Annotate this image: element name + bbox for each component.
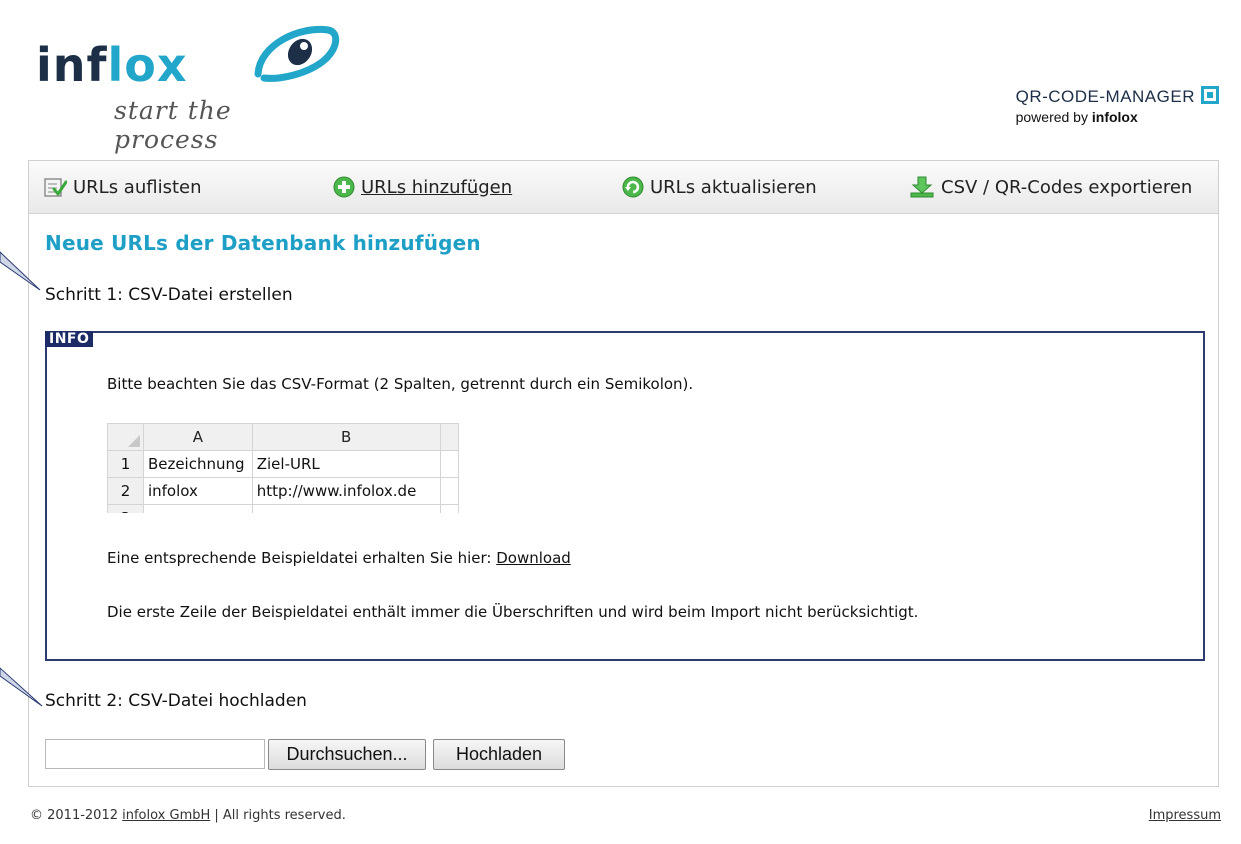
product-title: QR-CODE-MANAGER: [1015, 87, 1195, 106]
footer-copyright: © 2011-2012 infolox GmbH | All rights re…: [30, 808, 346, 823]
step1-heading: Schritt 1: CSV-Datei erstellen: [45, 285, 293, 305]
sheet-col-header: B: [251, 423, 441, 451]
logo-eye-icon: [254, 25, 340, 82]
qr-square-icon: [1201, 86, 1219, 104]
sheet-cell: [142, 504, 253, 513]
sheet-cell: http://www.infolox.de: [251, 477, 441, 505]
list-check-icon: [43, 176, 67, 198]
sheet-cell: Bezeichnung: [142, 450, 253, 478]
info-badge: INFO: [45, 331, 94, 347]
nav-label: URLs aktualisieren: [650, 176, 817, 198]
powered-by: powered by infolox: [1015, 109, 1138, 125]
nav-label: URLs hinzufügen: [361, 176, 513, 198]
nav-label: URLs auflisten: [73, 176, 202, 198]
info-first-row-text: Die erste Zeile der Beispieldatei enthäl…: [107, 603, 919, 621]
infolox-logo: inflox start the process: [36, 24, 340, 154]
file-path-input[interactable]: [45, 739, 265, 769]
browse-button[interactable]: Durchsuchen...: [268, 739, 426, 770]
nav-item-csv-export[interactable]: CSV / QR-Codes exportieren: [909, 161, 1192, 213]
qr-code-manager-branding: QR-CODE-MANAGER powered by infolox: [1016, 86, 1219, 125]
info-csv-format-text: Bitte beachten Sie das CSV-Format (2 Spa…: [107, 375, 694, 393]
download-export-icon: [909, 175, 935, 199]
company-link[interactable]: infolox GmbH: [122, 808, 210, 823]
sheet-row-number: 3: [107, 504, 144, 513]
sheet-row-number: 1: [107, 450, 144, 478]
sheet-cell: Ziel-URL: [251, 450, 441, 478]
nav-item-urls-auflisten[interactable]: URLs auflisten: [43, 161, 202, 213]
nav-item-urls-hinzufuegen[interactable]: URLs hinzufügen: [333, 161, 512, 213]
nav-item-urls-aktualisieren[interactable]: URLs aktualisieren: [622, 161, 817, 213]
spreadsheet-example: A B 1 Bezeichnung Ziel-URL 2 infolox htt…: [107, 423, 459, 513]
sheet-corner: [107, 423, 144, 451]
main-panel: URLs auflisten URLs hinzufügen URLs aktu…: [28, 160, 1219, 787]
impressum-link[interactable]: Impressum: [1149, 808, 1221, 823]
step2-heading: Schritt 2: CSV-Datei hochladen: [45, 691, 307, 711]
sheet-col-header: A: [142, 423, 253, 451]
logo-wordmark: inflox: [36, 38, 188, 92]
nav-label: CSV / QR-Codes exportieren: [941, 176, 1193, 198]
sheet-cell: infolox: [142, 477, 253, 505]
sheet-row-number: 2: [107, 477, 144, 505]
info-download-text: Eine entsprechende Beispieldatei erhalte…: [107, 549, 571, 567]
sheet-cell: [251, 504, 441, 513]
add-plus-icon: [333, 176, 355, 198]
upload-button[interactable]: Hochladen: [433, 739, 565, 770]
page-title: Neue URLs der Datenbank hinzufügen: [45, 231, 481, 255]
refresh-icon: [622, 176, 644, 198]
info-box: INFO Bitte beachten Sie das CSV-Format (…: [45, 331, 1205, 661]
logo-tagline: start the process: [114, 96, 232, 154]
download-link[interactable]: Download: [496, 549, 571, 567]
main-nav: URLs auflisten URLs hinzufügen URLs aktu…: [29, 161, 1218, 214]
